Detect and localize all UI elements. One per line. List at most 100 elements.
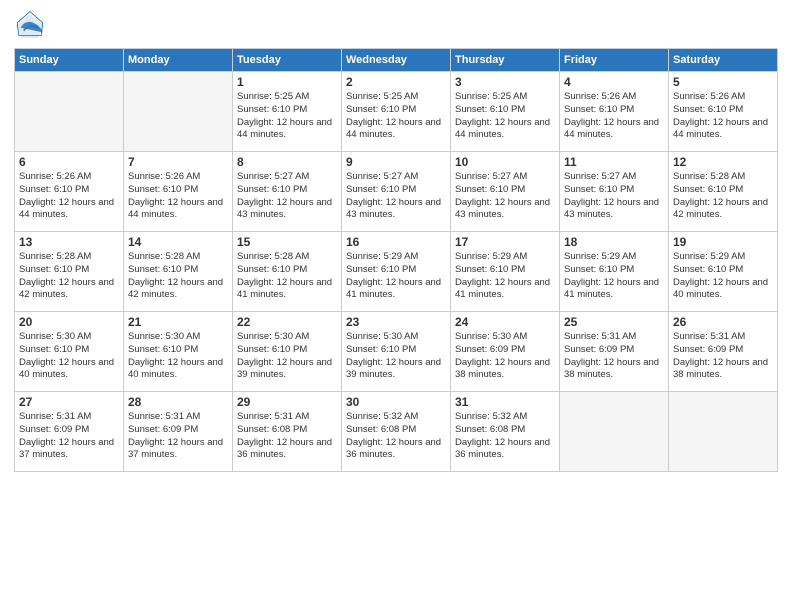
day-number: 1	[237, 75, 337, 89]
day-number: 7	[128, 155, 228, 169]
day-info: Sunrise: 5:28 AMSunset: 6:10 PMDaylight:…	[673, 171, 773, 222]
day-number: 8	[237, 155, 337, 169]
day-info: Sunrise: 5:27 AMSunset: 6:10 PMDaylight:…	[237, 171, 337, 222]
calendar-cell: 4Sunrise: 5:26 AMSunset: 6:10 PMDaylight…	[560, 72, 669, 152]
day-info: Sunrise: 5:31 AMSunset: 6:09 PMDaylight:…	[128, 411, 228, 462]
calendar-cell: 11 Sunrise: 5:27 AMSunset: 6:10 PMDayligh…	[560, 152, 669, 232]
day-info: Sunrise: 5:30 AMSunset: 6:10 PMDaylight:…	[237, 331, 337, 382]
day-info: Sunrise: 5:32 AMSunset: 6:08 PMDaylight:…	[455, 411, 555, 462]
day-info: Sunrise: 5:26 AMSunset: 6:10 PMDaylight:…	[128, 171, 228, 222]
day-number: 18	[564, 235, 664, 249]
weekday-header-wednesday: Wednesday	[342, 49, 451, 72]
day-info: Sunrise: 5:26 AMSunset: 6:10 PMDaylight:…	[673, 91, 773, 142]
day-info: Sunrise: 5:29 AMSunset: 6:10 PMDaylight:…	[346, 251, 446, 302]
day-number: 13	[19, 235, 119, 249]
calendar-cell: 16 Sunrise: 5:29 AMSunset: 6:10 PMDayligh…	[342, 232, 451, 312]
calendar-cell: 8 Sunrise: 5:27 AMSunset: 6:10 PMDaylight…	[233, 152, 342, 232]
week-row-2: 6Sunrise: 5:26 AMSunset: 6:10 PMDaylight…	[15, 152, 778, 232]
day-info: Sunrise: 5:28 AMSunset: 6:10 PMDaylight:…	[128, 251, 228, 302]
day-number: 20	[19, 315, 119, 329]
weekday-header-friday: Friday	[560, 49, 669, 72]
calendar-cell: 7 Sunrise: 5:26 AMSunset: 6:10 PMDaylight…	[124, 152, 233, 232]
week-row-5: 27Sunrise: 5:31 AMSunset: 6:09 PMDayligh…	[15, 392, 778, 472]
week-row-4: 20 Sunrise: 5:30 AMSunset: 6:10 PMDayligh…	[15, 312, 778, 392]
calendar-cell: 25Sunrise: 5:31 AMSunset: 6:09 PMDayligh…	[560, 312, 669, 392]
day-info: Sunrise: 5:31 AMSunset: 6:09 PMDaylight:…	[564, 331, 664, 382]
calendar-cell: 26 Sunrise: 5:31 AMSunset: 6:09 PMDayligh…	[669, 312, 778, 392]
weekday-header-row: SundayMondayTuesdayWednesdayThursdayFrid…	[15, 49, 778, 72]
day-number: 23	[346, 315, 446, 329]
day-info: Sunrise: 5:25 AMSunset: 6:10 PMDaylight:…	[346, 91, 446, 142]
calendar-cell: 27Sunrise: 5:31 AMSunset: 6:09 PMDayligh…	[15, 392, 124, 472]
day-number: 15	[237, 235, 337, 249]
day-info: Sunrise: 5:31 AMSunset: 6:09 PMDaylight:…	[19, 411, 119, 462]
day-info: Sunrise: 5:26 AMSunset: 6:10 PMDaylight:…	[564, 91, 664, 142]
day-info: Sunrise: 5:30 AMSunset: 6:10 PMDaylight:…	[19, 331, 119, 382]
day-info: Sunrise: 5:30 AMSunset: 6:09 PMDaylight:…	[455, 331, 555, 382]
day-number: 5	[673, 75, 773, 89]
calendar-cell: 30Sunrise: 5:32 AMSunset: 6:08 PMDayligh…	[342, 392, 451, 472]
calendar-cell: 3 Sunrise: 5:25 AMSunset: 6:10 PMDaylight…	[451, 72, 560, 152]
calendar-cell: 28 Sunrise: 5:31 AMSunset: 6:09 PMDayligh…	[124, 392, 233, 472]
day-number: 2	[346, 75, 446, 89]
weekday-header-thursday: Thursday	[451, 49, 560, 72]
calendar-cell: 6Sunrise: 5:26 AMSunset: 6:10 PMDaylight…	[15, 152, 124, 232]
week-row-1: 1 Sunrise: 5:25 AMSunset: 6:10 PMDaylight…	[15, 72, 778, 152]
day-info: Sunrise: 5:27 AMSunset: 6:10 PMDaylight:…	[346, 171, 446, 222]
day-number: 28	[128, 395, 228, 409]
day-number: 31	[455, 395, 555, 409]
day-number: 10	[455, 155, 555, 169]
day-number: 17	[455, 235, 555, 249]
calendar-cell: 18 Sunrise: 5:29 AMSunset: 6:10 PMDayligh…	[560, 232, 669, 312]
calendar-cell: 29 Sunrise: 5:31 AMSunset: 6:08 PMDayligh…	[233, 392, 342, 472]
page-header	[14, 10, 778, 42]
calendar-cell: 21Sunrise: 5:30 AMSunset: 6:10 PMDayligh…	[124, 312, 233, 392]
day-number: 12	[673, 155, 773, 169]
day-info: Sunrise: 5:25 AMSunset: 6:10 PMDaylight:…	[237, 91, 337, 142]
calendar-cell: 19 Sunrise: 5:29 AMSunset: 6:10 PMDayligh…	[669, 232, 778, 312]
day-info: Sunrise: 5:29 AMSunset: 6:10 PMDaylight:…	[564, 251, 664, 302]
calendar-cell: 5 Sunrise: 5:26 AMSunset: 6:10 PMDaylight…	[669, 72, 778, 152]
day-info: Sunrise: 5:29 AMSunset: 6:10 PMDaylight:…	[455, 251, 555, 302]
day-info: Sunrise: 5:29 AMSunset: 6:10 PMDaylight:…	[673, 251, 773, 302]
weekday-header-monday: Monday	[124, 49, 233, 72]
day-number: 3	[455, 75, 555, 89]
day-info: Sunrise: 5:28 AMSunset: 6:10 PMDaylight:…	[237, 251, 337, 302]
day-number: 11	[564, 155, 664, 169]
day-number: 30	[346, 395, 446, 409]
day-info: Sunrise: 5:27 AMSunset: 6:10 PMDaylight:…	[455, 171, 555, 222]
day-info: Sunrise: 5:27 AMSunset: 6:10 PMDaylight:…	[564, 171, 664, 222]
calendar-cell: 24 Sunrise: 5:30 AMSunset: 6:09 PMDayligh…	[451, 312, 560, 392]
day-info: Sunrise: 5:31 AMSunset: 6:09 PMDaylight:…	[673, 331, 773, 382]
day-info: Sunrise: 5:25 AMSunset: 6:10 PMDaylight:…	[455, 91, 555, 142]
calendar-cell: 1 Sunrise: 5:25 AMSunset: 6:10 PMDaylight…	[233, 72, 342, 152]
day-number: 16	[346, 235, 446, 249]
week-row-3: 13 Sunrise: 5:28 AMSunset: 6:10 PMDayligh…	[15, 232, 778, 312]
day-info: Sunrise: 5:30 AMSunset: 6:10 PMDaylight:…	[346, 331, 446, 382]
weekday-header-sunday: Sunday	[15, 49, 124, 72]
day-number: 19	[673, 235, 773, 249]
day-number: 21	[128, 315, 228, 329]
calendar-cell: 15 Sunrise: 5:28 AMSunset: 6:10 PMDayligh…	[233, 232, 342, 312]
logo-icon	[14, 10, 46, 42]
day-number: 9	[346, 155, 446, 169]
day-number: 24	[455, 315, 555, 329]
weekday-header-saturday: Saturday	[669, 49, 778, 72]
calendar-table: SundayMondayTuesdayWednesdayThursdayFrid…	[14, 48, 778, 472]
calendar-cell: 13 Sunrise: 5:28 AMSunset: 6:10 PMDayligh…	[15, 232, 124, 312]
day-info: Sunrise: 5:26 AMSunset: 6:10 PMDaylight:…	[19, 171, 119, 222]
calendar-cell: 2 Sunrise: 5:25 AMSunset: 6:10 PMDaylight…	[342, 72, 451, 152]
day-number: 22	[237, 315, 337, 329]
calendar-cell	[560, 392, 669, 472]
day-number: 14	[128, 235, 228, 249]
calendar-cell: 17 Sunrise: 5:29 AMSunset: 6:10 PMDayligh…	[451, 232, 560, 312]
day-info: Sunrise: 5:31 AMSunset: 6:08 PMDaylight:…	[237, 411, 337, 462]
calendar-cell: 23 Sunrise: 5:30 AMSunset: 6:10 PMDayligh…	[342, 312, 451, 392]
calendar-cell: 14 Sunrise: 5:28 AMSunset: 6:10 PMDayligh…	[124, 232, 233, 312]
day-number: 29	[237, 395, 337, 409]
day-info: Sunrise: 5:28 AMSunset: 6:10 PMDaylight:…	[19, 251, 119, 302]
calendar-cell: 10 Sunrise: 5:27 AMSunset: 6:10 PMDayligh…	[451, 152, 560, 232]
calendar-cell: 20 Sunrise: 5:30 AMSunset: 6:10 PMDayligh…	[15, 312, 124, 392]
day-number: 26	[673, 315, 773, 329]
calendar-cell	[669, 392, 778, 472]
